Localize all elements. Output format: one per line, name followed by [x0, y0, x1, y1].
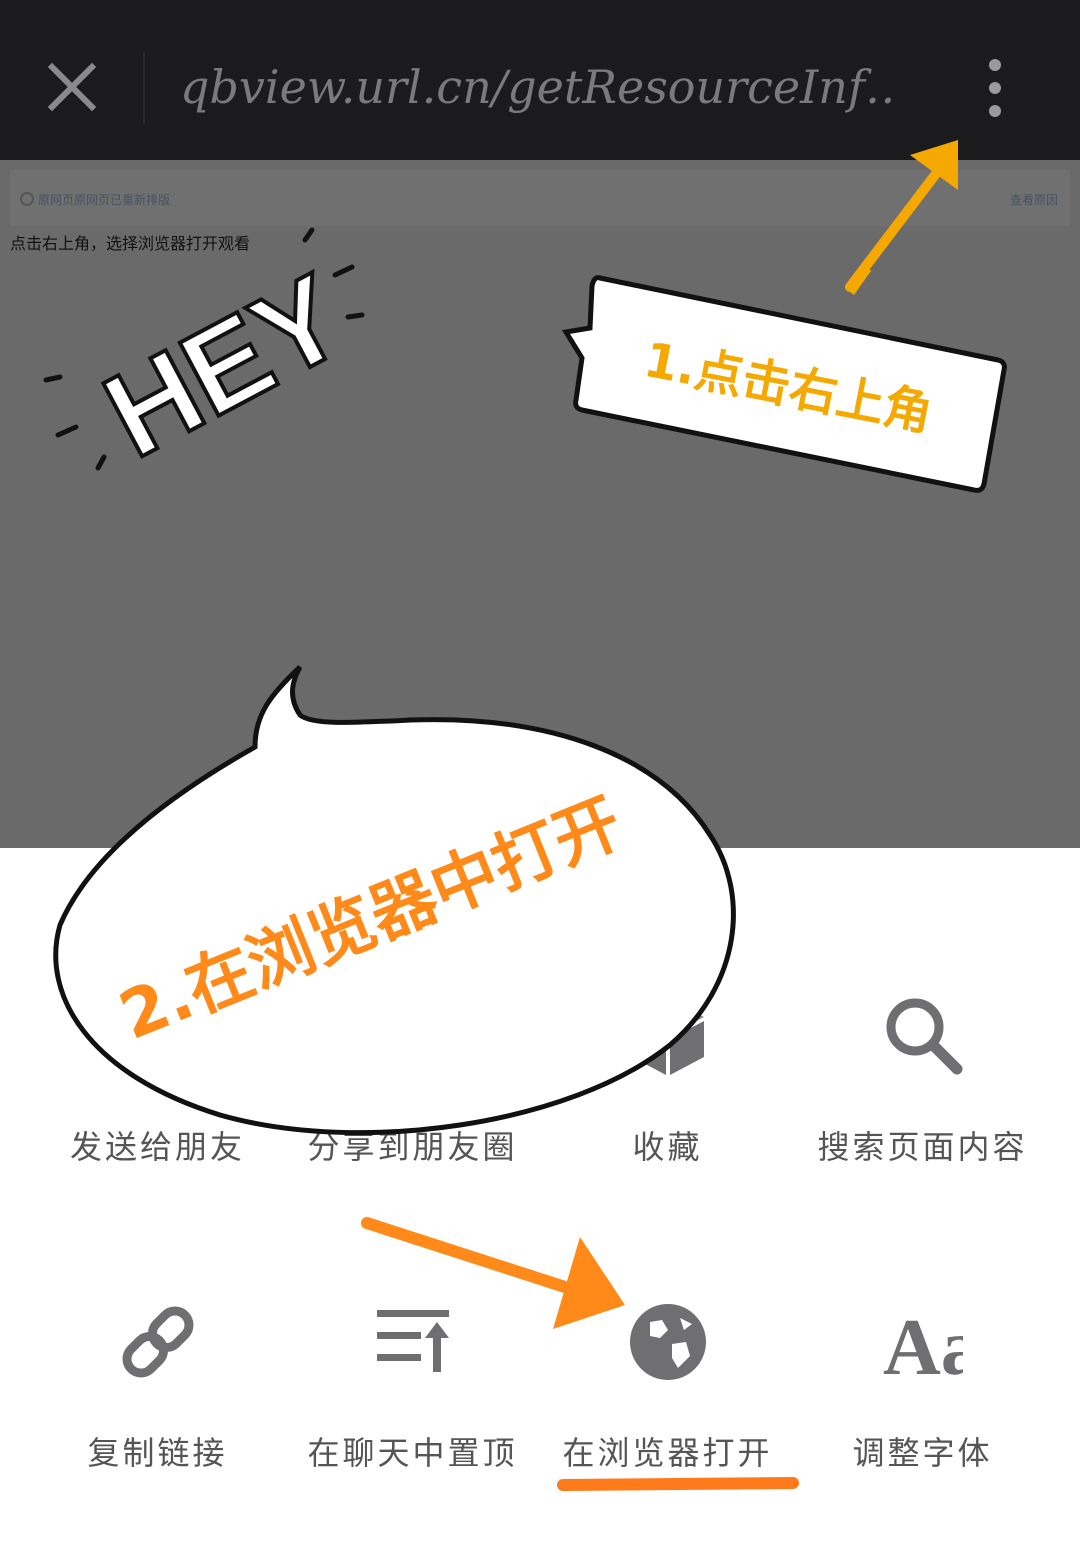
close-icon [47, 62, 97, 112]
view-reason-link[interactable]: 查看原因 [1010, 191, 1058, 208]
hey-sticker: HEY [43, 227, 367, 485]
menu-item-copy-link[interactable]: 复制链接 [30, 1300, 285, 1480]
svg-text:Aa: Aa [883, 1304, 963, 1382]
font-size-icon: Aa [883, 1304, 963, 1382]
link-icon [122, 1306, 194, 1378]
more-vertical-icon [989, 59, 1001, 117]
step1-callout: 1.点击右上角 [561, 270, 1007, 493]
more-button[interactable] [975, 55, 1015, 125]
menu-label: 调整字体 [852, 1434, 993, 1472]
hey-text: HEY [84, 249, 365, 483]
step2-arrow [361, 1217, 625, 1329]
step2-bubble: 2.在浏览器中打开 [53, 665, 736, 1136]
toolbar-divider [143, 52, 145, 124]
search-icon [886, 998, 963, 1075]
menu-item-search-page[interactable]: 搜索页面内容 [795, 990, 1050, 1180]
step1-arrow [845, 140, 958, 292]
notice-icon [20, 192, 34, 206]
url-text: qbview.url.cn/getResourceInf… [180, 60, 900, 114]
menu-label: 在聊天中置顶 [307, 1434, 518, 1472]
close-button[interactable] [40, 55, 104, 119]
menu-item-adjust-font[interactable]: Aa 调整字体 [795, 1300, 1050, 1480]
notice-text: 原网页原网页已重新排版 [38, 193, 171, 207]
menu-label: 搜索页面内容 [817, 1128, 1028, 1166]
menu-label: 在浏览器打开 [562, 1434, 773, 1472]
menu-label: 复制链接 [87, 1434, 228, 1472]
highlight-underline [556, 1476, 800, 1492]
globe-icon [630, 1304, 706, 1380]
